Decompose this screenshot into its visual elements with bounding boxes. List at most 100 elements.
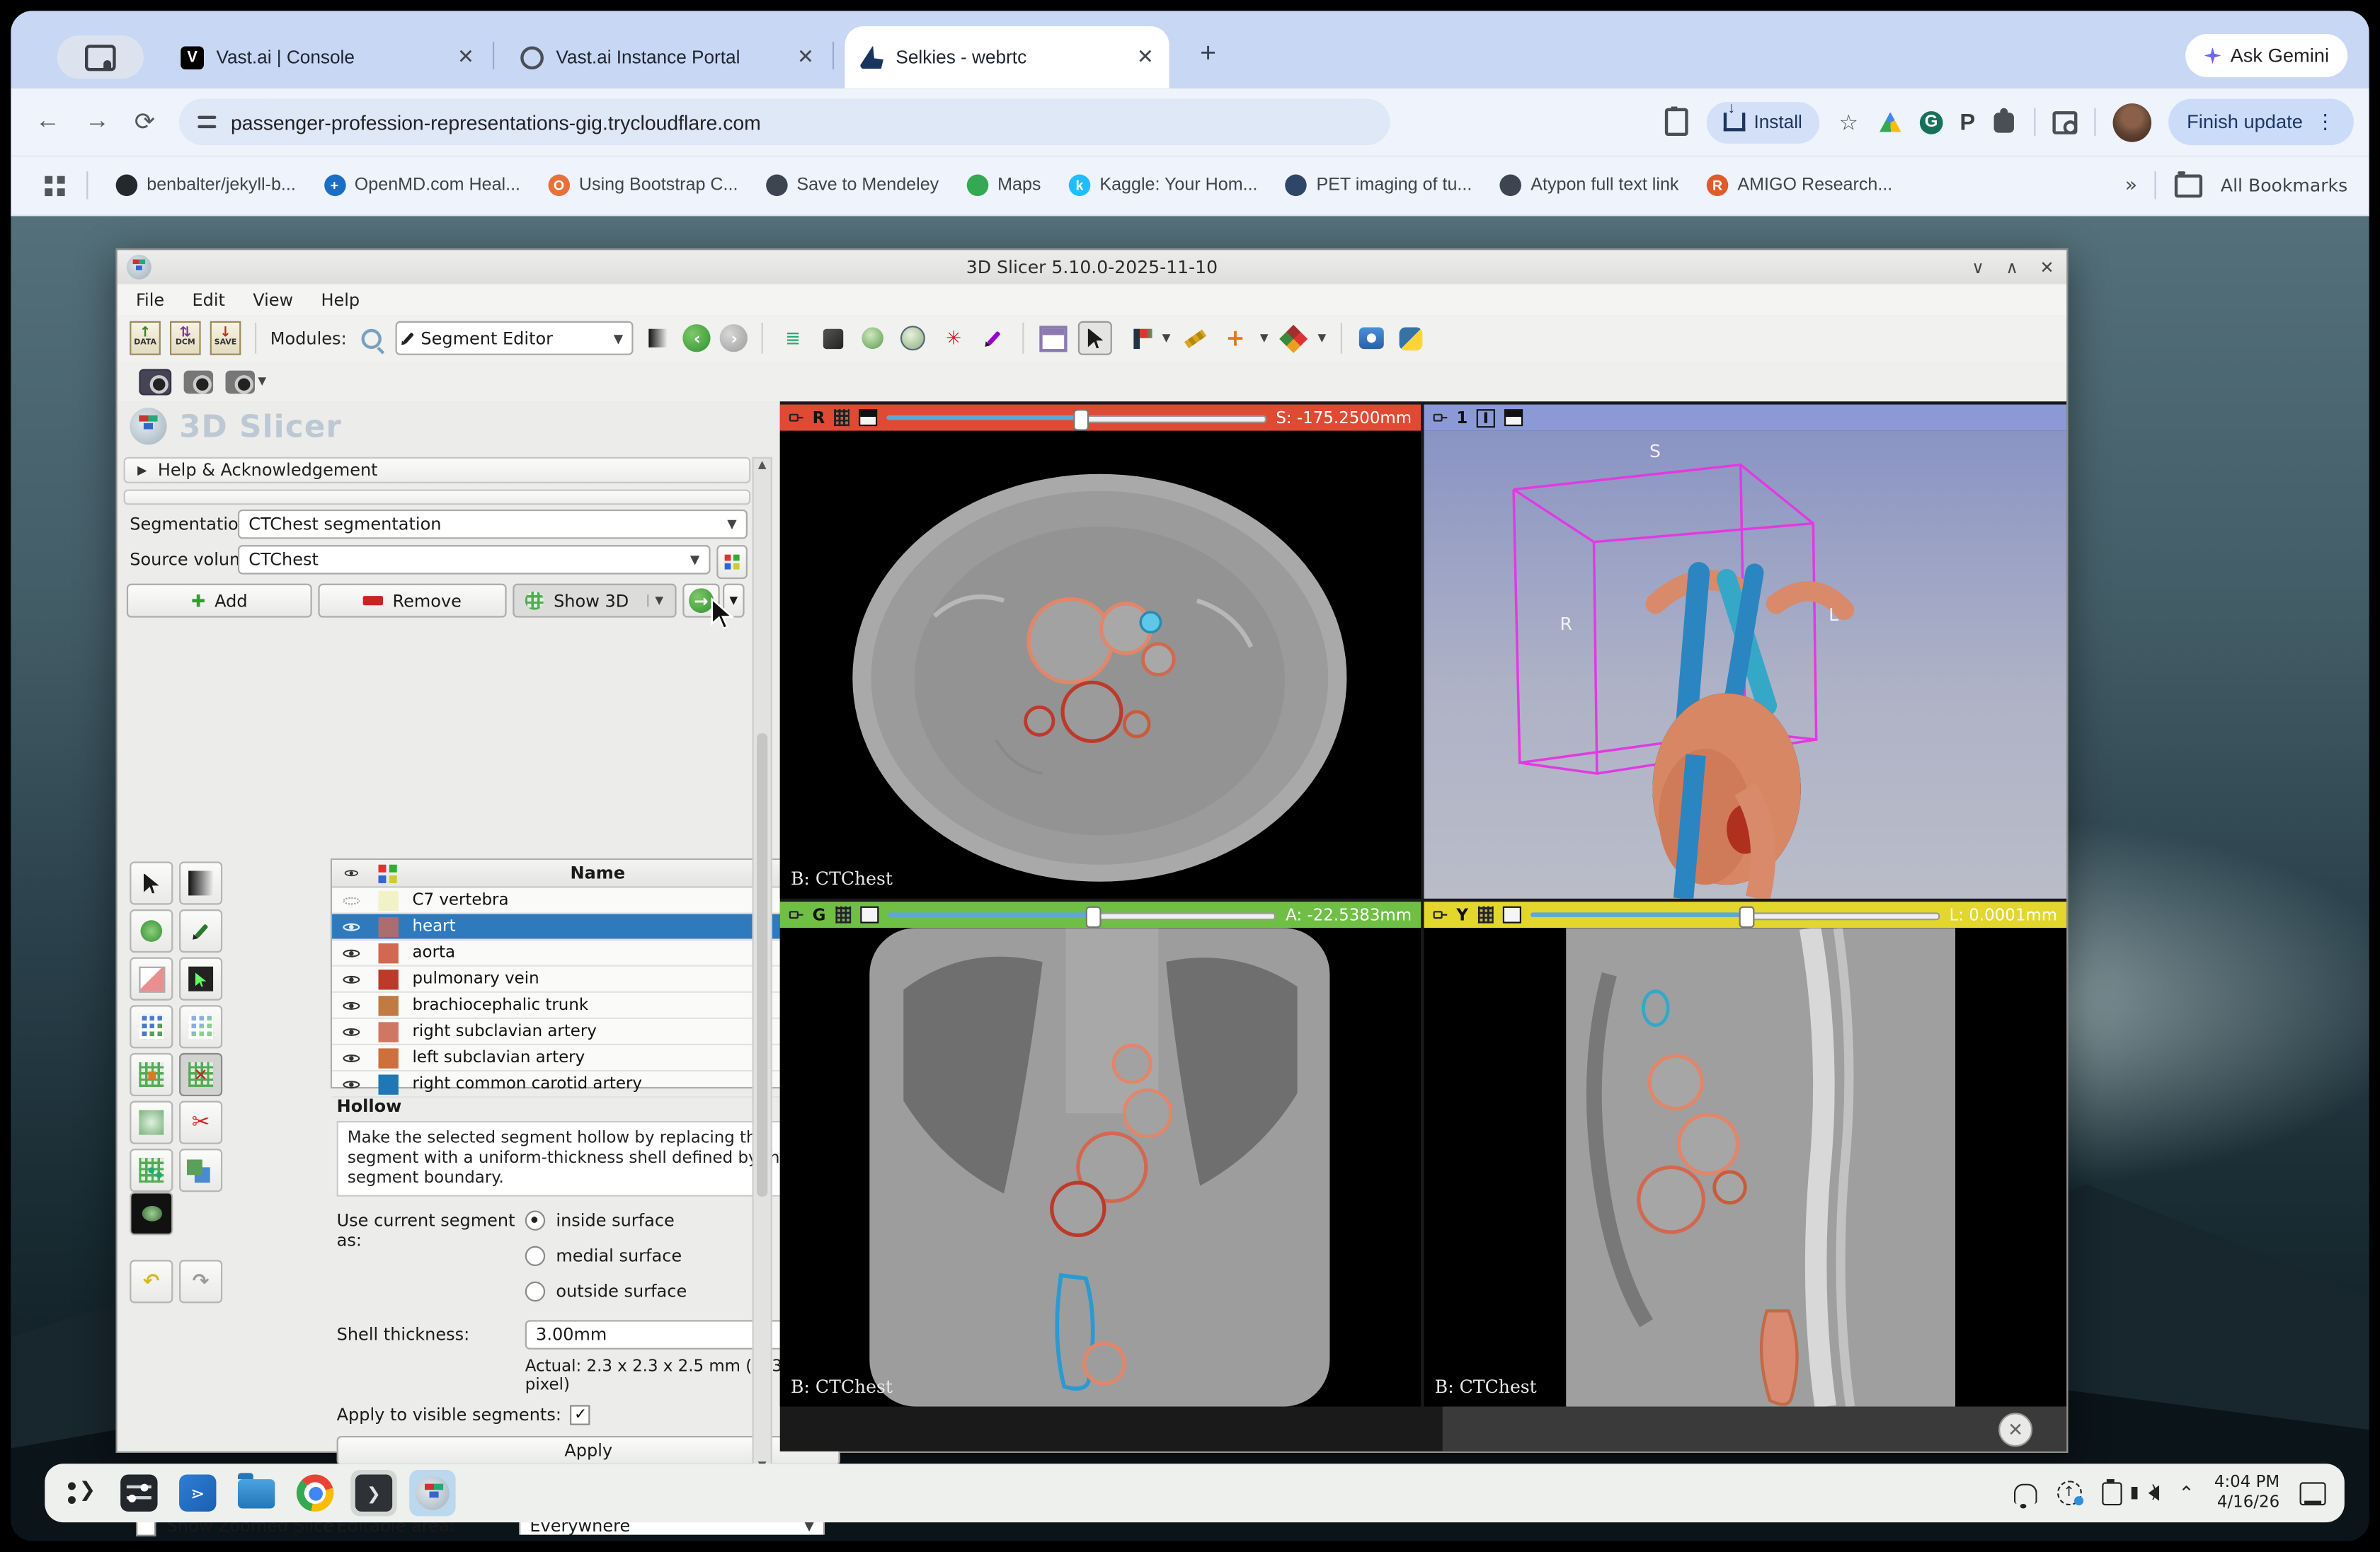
bookmark-item[interactable]: Atypon full text link: [1500, 175, 1679, 197]
name-column-header[interactable]: Name: [406, 863, 789, 883]
screen-capture-icon[interactable]: [1356, 323, 1387, 354]
visibility-eye-icon[interactable]: [342, 918, 359, 935]
view-menu-icon[interactable]: [1502, 907, 1521, 924]
sidebar-toggle-button[interactable]: [57, 35, 144, 79]
pin-icon[interactable]: [789, 410, 803, 425]
module-selector-combobox[interactable]: Segment Editor ▼: [396, 321, 634, 355]
pin-icon[interactable]: [1434, 908, 1448, 922]
mouse-interaction-pointer-icon[interactable]: [1079, 321, 1113, 355]
back-button[interactable]: ←: [35, 108, 60, 136]
segment-color-swatch[interactable]: [377, 916, 397, 936]
segment-color-swatch[interactable]: [377, 1074, 397, 1093]
chevron-up-icon[interactable]: ⌃: [2179, 1482, 2195, 1504]
dev-terminal-icon[interactable]: ⋗: [175, 1470, 221, 1516]
bookmarks-overflow-button[interactable]: »: [2125, 173, 2136, 197]
browser-tab[interactable]: Vast.ai Instance Portal ✕: [505, 31, 829, 84]
address-bar[interactable]: passenger-profession-representations-gig…: [180, 99, 1390, 145]
slicer-taskbar-icon[interactable]: [409, 1470, 455, 1516]
bookmark-item[interactable]: RAMIGO Research...: [1707, 175, 1893, 197]
apps-grid-icon[interactable]: [45, 176, 64, 195]
effect-scissors-button[interactable]: ✂: [179, 1101, 222, 1144]
visibility-eye-icon[interactable]: [342, 892, 359, 909]
view-menu-icon[interactable]: [859, 907, 878, 924]
python-console-icon[interactable]: [1395, 323, 1426, 354]
dicom-button[interactable]: ⇅DCM: [170, 321, 201, 355]
volumes-module-icon[interactable]: [858, 323, 889, 354]
visibility-eye-icon[interactable]: [342, 996, 359, 1013]
module-back-button[interactable]: ‹: [683, 324, 711, 352]
undo-button[interactable]: ↶: [130, 1260, 173, 1303]
scene-view-camera-icon[interactable]: [184, 370, 213, 393]
green-slice-slider[interactable]: [888, 908, 1276, 922]
visibility-eye-icon[interactable]: [342, 1023, 359, 1040]
screenshot-icon[interactable]: [139, 368, 171, 394]
collapsed-section[interactable]: [124, 490, 751, 505]
segment-color-swatch[interactable]: [377, 969, 397, 989]
module-search-icon[interactable]: [356, 323, 387, 354]
browser-tab[interactable]: Selkies - webrtc ✕: [845, 26, 1169, 88]
models-module-icon[interactable]: [898, 323, 929, 354]
bookmark-star-icon[interactable]: ☆: [1836, 110, 1861, 134]
tab-close-icon[interactable]: ✕: [797, 45, 814, 69]
finish-update-button[interactable]: Finish update ⋮: [2168, 99, 2354, 145]
clipboard-tray-icon[interactable]: [2101, 1481, 2121, 1505]
bookmark-item[interactable]: benbalter/jekyll-b...: [116, 175, 296, 197]
menu-edit[interactable]: Edit: [192, 289, 224, 309]
extensions-manager-icon[interactable]: [1278, 323, 1309, 354]
effect-draw-button[interactable]: [179, 909, 222, 953]
module-forward-button[interactable]: ›: [721, 324, 748, 352]
annotations-module-icon[interactable]: [978, 323, 1009, 354]
effect-margin-button[interactable]: [130, 1053, 173, 1096]
grammarly-extension-icon[interactable]: G: [1920, 110, 1943, 134]
close-button[interactable]: ✕: [2040, 257, 2054, 277]
layout-selector-icon[interactable]: [1039, 323, 1070, 354]
bookmark-item[interactable]: kKaggle: Your Hom...: [1069, 175, 1258, 197]
bookmark-item[interactable]: OUsing Bootstrap C...: [548, 175, 738, 197]
effect-level-tracing-button[interactable]: [179, 958, 222, 1001]
ask-gemini-button[interactable]: Ask Gemini: [2185, 34, 2347, 77]
extensions-puzzle-icon[interactable]: [1995, 112, 2015, 132]
effect-grow-from-seeds-button[interactable]: [130, 1005, 173, 1048]
app-launcher-icon[interactable]: [57, 1470, 103, 1516]
reload-button[interactable]: ⟳: [135, 107, 155, 138]
maximize-button[interactable]: ∧: [2006, 257, 2018, 277]
effect-smoothing-button[interactable]: [130, 1101, 173, 1144]
slice-visibility-icon[interactable]: [834, 409, 849, 426]
error-log-close-button[interactable]: ✕: [1998, 1413, 2032, 1447]
bookmark-item[interactable]: Maps: [966, 175, 1041, 197]
minimize-button[interactable]: ∨: [1972, 257, 1984, 277]
effect-paint-button[interactable]: [130, 909, 173, 953]
radio-outside-surface[interactable]: outside surface: [525, 1282, 687, 1302]
view-menu-icon[interactable]: [1505, 409, 1523, 426]
settings-icon[interactable]: [116, 1470, 162, 1516]
segment-color-swatch[interactable]: [377, 1021, 397, 1041]
effect-islands-button[interactable]: [130, 1149, 173, 1192]
place-fiducial-icon[interactable]: [1122, 323, 1153, 354]
bookmark-item[interactable]: +OpenMD.com Heal...: [324, 175, 520, 197]
bookmark-item[interactable]: Save to Mendeley: [766, 175, 939, 197]
effect-logical-operators-button[interactable]: [179, 1149, 222, 1192]
source-volume-combobox[interactable]: CTChest▼: [238, 545, 711, 574]
slicer-titlebar[interactable]: 3D Slicer 5.10.0-2025-11-10 ∨ ∧ ✕: [118, 250, 2066, 285]
segment-color-swatch[interactable]: [377, 943, 397, 962]
segmentation-combobox[interactable]: CTChest segmentation▼: [238, 510, 748, 539]
effect-hollow-button[interactable]: ✕: [179, 1053, 222, 1096]
add-segment-button[interactable]: ✚Add: [127, 584, 312, 618]
mask-volume-effect-button[interactable]: [130, 1192, 173, 1235]
visibility-eye-icon[interactable]: [342, 1049, 359, 1066]
segment-color-swatch[interactable]: [377, 890, 397, 910]
radio-medial-surface[interactable]: medial surface: [525, 1246, 687, 1266]
view-menu-icon[interactable]: [859, 409, 877, 426]
pin-icon[interactable]: [1434, 410, 1448, 425]
yellow-slice-view[interactable]: B: CTChest: [1424, 928, 2067, 1406]
scene-view-menu-icon[interactable]: [226, 370, 255, 393]
tab-close-icon[interactable]: ✕: [457, 45, 474, 69]
module-history-icon[interactable]: [643, 323, 675, 354]
notifications-bell-icon[interactable]: [2013, 1483, 2037, 1503]
shell-thickness-spinbox[interactable]: 3.00mm ▲▼: [525, 1321, 819, 1350]
site-settings-icon[interactable]: [198, 114, 217, 130]
red-slice-slider[interactable]: [887, 410, 1267, 425]
effect-erase-button[interactable]: [130, 958, 173, 1001]
clock[interactable]: 4:04 PM 4/16/26: [2214, 1473, 2279, 1513]
visibility-eye-icon[interactable]: [342, 944, 359, 961]
